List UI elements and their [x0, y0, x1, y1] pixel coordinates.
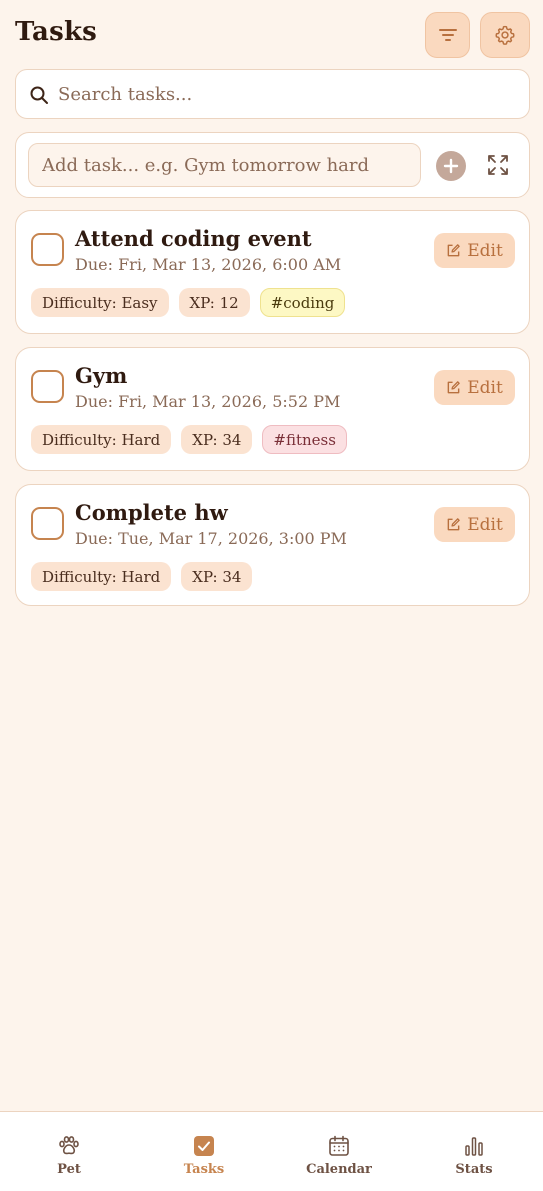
task-checkbox[interactable] [31, 370, 64, 403]
add-task-input[interactable] [28, 143, 421, 187]
difficulty-badge: Difficulty: Easy [31, 288, 169, 317]
edit-label: Edit [467, 514, 503, 535]
task-checkbox[interactable] [31, 233, 64, 266]
xp-badge: XP: 34 [181, 425, 253, 454]
header: Tasks [15, 12, 530, 58]
tag-chip[interactable]: #coding [259, 288, 346, 317]
nav-label-calendar: Calendar [306, 1162, 372, 1177]
task-due-date: Due: Fri, Mar 13, 2026, 6:00 AM [75, 255, 342, 274]
task-title: Complete hw [75, 500, 228, 525]
add-task-button[interactable] [436, 151, 466, 181]
difficulty-badge: Difficulty: Hard [31, 425, 172, 454]
expand-icon[interactable] [486, 153, 510, 177]
edit-button[interactable]: Edit [434, 370, 515, 405]
filter-icon [438, 29, 457, 41]
task-meta: Difficulty: Hard XP: 34 [31, 562, 253, 591]
task-title: Attend coding event [75, 226, 312, 251]
search-icon [30, 86, 48, 104]
edit-button[interactable]: Edit [434, 233, 515, 268]
plus-icon [443, 158, 459, 174]
task-meta: Difficulty: Hard XP: 34 #fitness [31, 425, 347, 454]
bar-chart-icon [465, 1137, 483, 1156]
search-bar [15, 69, 530, 119]
task-meta: Difficulty: Easy XP: 12 #coding [31, 288, 346, 317]
task-checkbox[interactable] [31, 507, 64, 540]
edit-icon [447, 518, 460, 531]
edit-icon [447, 381, 460, 394]
nav-item-stats[interactable]: Stats [414, 1112, 534, 1191]
calendar-icon [329, 1135, 349, 1156]
task-due-date: Due: Tue, Mar 17, 2026, 3:00 PM [75, 529, 347, 548]
edit-icon [447, 244, 460, 257]
nav-item-tasks[interactable]: Tasks [144, 1112, 264, 1191]
bottom-nav: Pet Tasks Calendar Stats [0, 1111, 543, 1191]
search-input[interactable] [58, 70, 518, 118]
settings-button[interactable] [480, 12, 530, 58]
difficulty-badge: Difficulty: Hard [31, 562, 172, 591]
task-title: Gym [75, 363, 128, 388]
page-title: Tasks [15, 17, 97, 47]
gear-icon [495, 25, 515, 45]
edit-label: Edit [467, 240, 503, 261]
tag-chip[interactable]: #fitness [262, 425, 347, 454]
filter-button[interactable] [425, 12, 470, 58]
edit-button[interactable]: Edit [434, 507, 515, 542]
xp-badge: XP: 34 [181, 562, 253, 591]
task-due-date: Due: Fri, Mar 13, 2026, 5:52 PM [75, 392, 341, 411]
nav-item-calendar[interactable]: Calendar [279, 1112, 399, 1191]
nav-label-pet: Pet [57, 1162, 81, 1177]
nav-item-pet[interactable]: Pet [9, 1112, 129, 1191]
edit-label: Edit [467, 377, 503, 398]
task-check-icon [194, 1136, 214, 1156]
xp-badge: XP: 12 [178, 288, 250, 317]
task-card: Complete hw Due: Tue, Mar 17, 2026, 3:00… [15, 484, 530, 606]
nav-label-tasks: Tasks [183, 1162, 225, 1177]
nav-label-stats: Stats [455, 1162, 493, 1177]
paw-icon [59, 1136, 79, 1155]
task-card: Attend coding event Due: Fri, Mar 13, 20… [15, 210, 530, 334]
add-task-panel [15, 132, 530, 198]
task-card: Gym Due: Fri, Mar 13, 2026, 5:52 PM Edit… [15, 347, 530, 471]
